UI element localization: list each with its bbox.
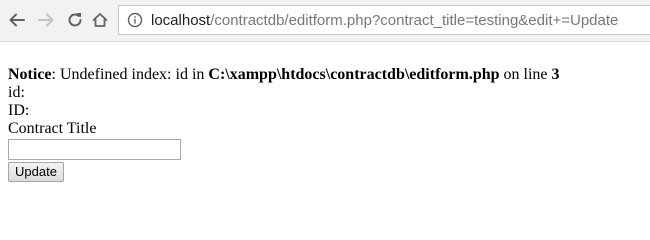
url-path: /contractdb/editform.php?contract_title=… [210, 12, 619, 29]
id-label-lower: id: [8, 84, 25, 101]
arrow-left-icon [9, 13, 25, 27]
forward-button[interactable] [35, 9, 57, 31]
id-label-upper: ID: [8, 102, 30, 119]
back-button[interactable] [6, 9, 28, 31]
home-button[interactable] [89, 9, 111, 31]
update-button[interactable]: Update [8, 162, 64, 182]
reload-button[interactable] [64, 9, 86, 31]
url-text: localhost/contractdb/editform.php?contra… [151, 12, 618, 29]
info-icon[interactable] [127, 12, 143, 28]
address-bar[interactable]: localhost/contractdb/editform.php?contra… [118, 5, 650, 35]
browser-toolbar: localhost/contractdb/editform.php?contra… [0, 0, 650, 42]
page-content: Notice: Undefined index: id in C:\xampp\… [8, 66, 642, 182]
notice-text-line: on line [499, 66, 552, 83]
contract-title-label: Contract Title [8, 120, 97, 137]
notice-text: : Undefined index: id in [51, 66, 209, 83]
home-icon [92, 13, 108, 27]
arrow-right-icon [38, 13, 54, 27]
notice-line-number: 3 [551, 66, 560, 83]
reload-icon [68, 13, 82, 27]
url-host: localhost [151, 12, 211, 29]
notice-label: Notice [8, 66, 52, 83]
contract-title-input[interactable] [8, 139, 181, 160]
notice-file-path: C:\xampp\htdocs\contractdb\editform.php [208, 66, 500, 83]
php-notice: Notice: Undefined index: id in C:\xampp\… [8, 66, 642, 84]
